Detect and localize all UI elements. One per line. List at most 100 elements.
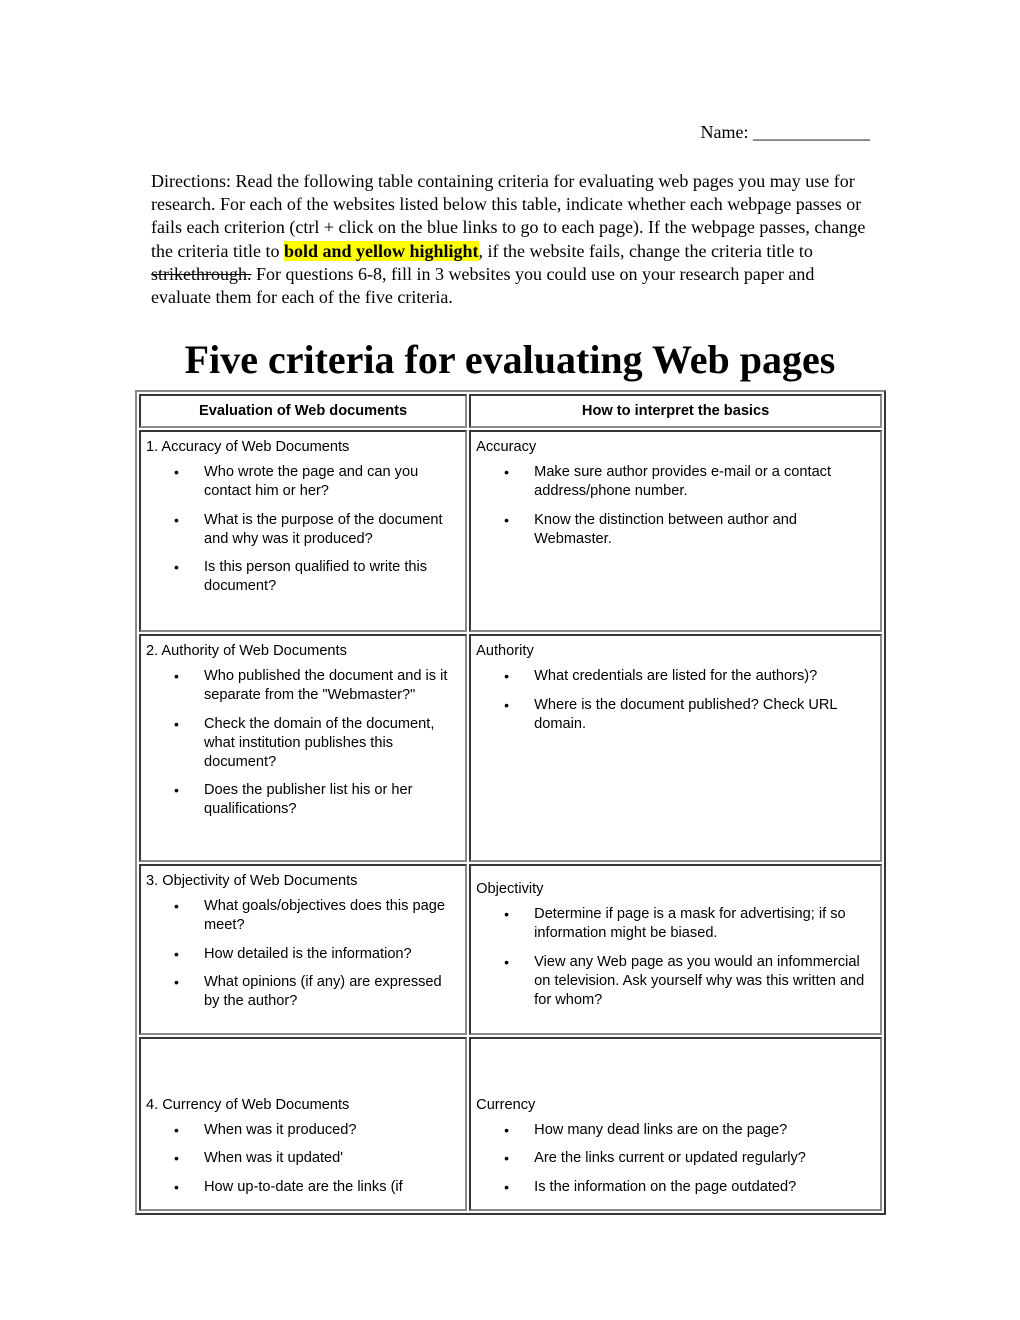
bullet-icon: • [174, 782, 179, 799]
bullet-icon: • [504, 1179, 510, 1195]
bullet-icon: • [174, 511, 179, 528]
table-header-row: Evaluation of Web documents How to inter… [139, 394, 882, 428]
bullet-icon: • [174, 1121, 179, 1138]
bullet-icon: • [174, 1150, 179, 1167]
interpretation-title: Objectivity [476, 881, 544, 897]
list-item: • Is this person qualified to write this … [174, 558, 460, 596]
list-item: • How detailed is the information? [174, 945, 460, 964]
list-item: • What goals/objectives does this page me… [174, 897, 460, 935]
list-item: • Is the information on the page outdated… [504, 1178, 875, 1197]
bullet-icon: • [174, 1179, 179, 1195]
list-item-text: Who published the document and is it sep… [204, 668, 448, 703]
strikethrough-example: strikethrough. [151, 263, 252, 284]
interpretation-cell: Authority • What credentials are listed f… [469, 634, 882, 862]
page-title: Five criteria for evaluating Web pages [184, 337, 836, 382]
list-item: • Make sure author provides e-mail or a c… [504, 463, 875, 501]
list-item-text: Is this person qualified to write this d… [204, 559, 428, 595]
list-item: • Where is the document published? Check … [504, 696, 875, 734]
header-interpretation: How to interpret the basics [469, 394, 882, 428]
criterion-cell: 1. Accuracy of Web Documents • Who wrote … [139, 430, 468, 632]
list-item-text: How detailed is the information? [204, 945, 412, 962]
list-item-text: Determine if page is a mask for advertis… [534, 906, 846, 941]
highlight-example: bold and yellow highlight [283, 240, 479, 261]
criterion-title: 2. Authority of Web Documents [146, 643, 347, 659]
list-item: • Are the links current or updated regula… [504, 1149, 875, 1168]
criterion-questions: • What goals/objectives does this page me… [146, 897, 460, 1011]
interpretation-points: • Determine if page is a mask for adverti… [476, 905, 875, 1010]
list-item: • How many dead links are on the page? [504, 1121, 875, 1140]
interpretation-cell: Accuracy • Make sure author provides e-ma… [469, 430, 882, 632]
bullet-icon: • [504, 464, 510, 480]
criterion-questions: • Who published the document and is it se… [146, 667, 460, 819]
bullet-icon: • [174, 715, 179, 732]
list-item-text: What opinions (if any) are expressed by … [204, 974, 442, 1010]
list-item: • What opinions (if any) are expressed by… [174, 973, 460, 1011]
list-item: • View any Web page as you would an infom… [504, 953, 875, 1010]
list-item-text: When was it updated' [204, 1150, 344, 1167]
document-page: Name: _____________ Directions: Read the… [0, 0, 1020, 1320]
interpretation-title: Currency [476, 1096, 536, 1113]
bullet-icon: • [504, 906, 510, 922]
list-item-text: Make sure author provides e-mail or a co… [534, 464, 832, 499]
table-row: 1. Accuracy of Web Documents • Who wrote … [139, 430, 882, 632]
criterion-cell: 2. Authority of Web Documents • Who publi… [139, 634, 468, 862]
bullet-icon: • [174, 464, 179, 480]
bullet-icon: • [174, 668, 179, 684]
bullet-icon: • [504, 1150, 510, 1167]
list-item: • Check the domain of the document, what … [174, 715, 460, 772]
bullet-icon: • [504, 953, 510, 970]
bullet-icon: • [504, 668, 510, 684]
bullet-icon: • [174, 945, 179, 962]
list-item-text: What goals/objectives does this page mee… [204, 898, 445, 933]
criterion-title: 1. Accuracy of Web Documents [146, 439, 350, 455]
list-item: • Who wrote the page and can you contact … [174, 463, 460, 501]
list-item: • How up-to-date are the links (if [174, 1178, 460, 1197]
list-item-text: What is the purpose of the document and … [204, 511, 443, 547]
criterion-cell: 3. Objectivity of Web Documents • What go… [139, 864, 468, 1035]
list-item: • Know the distinction between author and… [504, 511, 875, 549]
list-item-text: Does the publisher list his or her quali… [204, 782, 413, 818]
header-evaluation: Evaluation of Web documents [139, 394, 468, 428]
list-item-text: View any Web page as you would an infomm… [534, 953, 865, 1008]
list-item: • What is the purpose of the document and… [174, 511, 460, 549]
list-item: • Who published the document and is it se… [174, 667, 460, 705]
list-item-text: Check the domain of the document, what i… [204, 715, 435, 770]
interpretation-title: Authority [476, 643, 534, 659]
criterion-title: 3. Objectivity of Web Documents [146, 873, 358, 889]
interpretation-title: Accuracy [476, 439, 537, 455]
bullet-icon: • [174, 559, 179, 576]
list-item-text: Know the distinction between author and … [534, 511, 798, 547]
list-item: • Determine if page is a mask for adverti… [504, 905, 875, 943]
directions-paragraph: Directions: Read the following table con… [151, 170, 871, 309]
list-item-text: What credentials are listed for the auth… [534, 668, 818, 684]
list-item-text: Who wrote the page and can you contact h… [204, 464, 419, 499]
bullet-icon: • [174, 974, 179, 991]
criterion-questions: • Who wrote the page and can you contact … [146, 463, 460, 596]
bullet-icon: • [504, 511, 510, 528]
table-row: 2. Authority of Web Documents • Who publi… [139, 634, 882, 862]
interpretation-points: • How many dead links are on the page? • A… [476, 1121, 875, 1197]
list-item-text: Is the information on the page outdated? [534, 1179, 797, 1195]
list-item: • When was it produced? [174, 1121, 460, 1140]
list-item: • When was it updated' [174, 1149, 460, 1168]
criteria-table: Evaluation of Web documents How to inter… [135, 390, 886, 1215]
interpretation-points: • Make sure author provides e-mail or a c… [476, 463, 875, 549]
list-item: • Does the publisher list his or her qual… [174, 781, 460, 819]
criterion-cell: 4. Currency of Web Documents • When was i… [139, 1037, 468, 1211]
criterion-questions: • When was it produced? • When was it upda… [146, 1121, 460, 1197]
list-item: • What credentials are listed for the aut… [504, 667, 875, 686]
list-item-text: When was it produced? [204, 1121, 357, 1138]
list-item-text: Where is the document published? Check U… [534, 696, 837, 732]
table-row: 3. Objectivity of Web Documents • What go… [139, 864, 882, 1035]
bullet-icon: • [174, 898, 179, 914]
list-item-text: How many dead links are on the page? [534, 1121, 788, 1138]
bullet-icon: • [504, 696, 510, 713]
criterion-title: 4. Currency of Web Documents [146, 1096, 350, 1113]
interpretation-points: • What credentials are listed for the aut… [476, 667, 875, 734]
list-item-text: How up-to-date are the links (if [204, 1179, 403, 1195]
directions-text-2: , if the website fails, change the crite… [478, 240, 813, 261]
interpretation-cell: Currency • How many dead links are on the… [469, 1037, 882, 1211]
list-item-text: Are the links current or updated regular… [534, 1150, 806, 1167]
name-field-label: Name: _____________ [700, 122, 870, 142]
bullet-icon: • [504, 1121, 510, 1138]
